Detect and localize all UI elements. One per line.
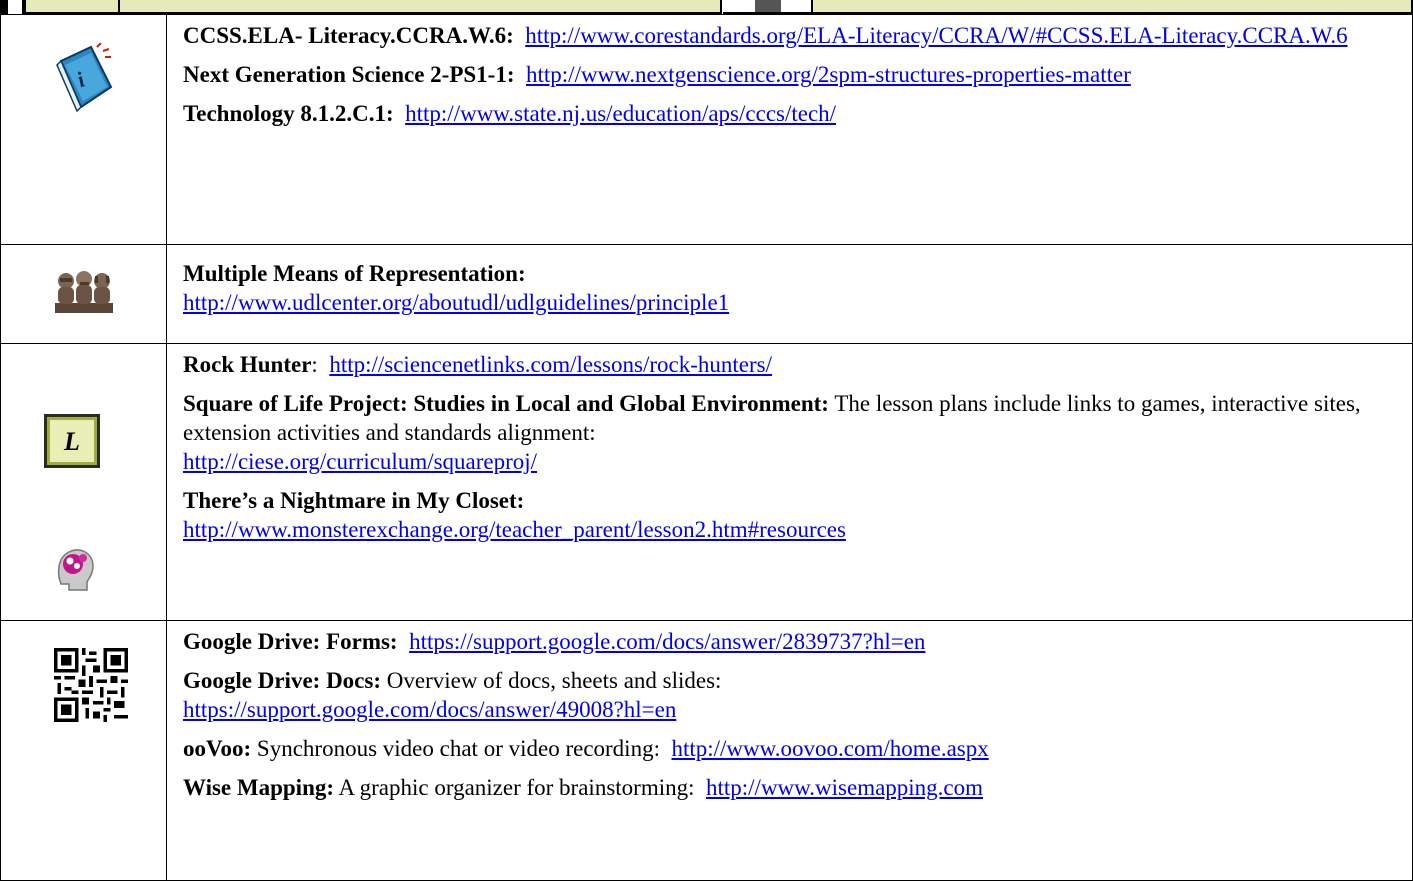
- entry-link[interactable]: http://www.nextgenscience.org/2spm-struc…: [526, 62, 1131, 87]
- list-item: Multiple Means of Representation: http:/…: [183, 259, 1404, 317]
- entry-label: Multiple Means of Representation:: [183, 261, 526, 286]
- lesson-L-icon: L: [44, 414, 100, 468]
- header-image: [755, 0, 781, 12]
- list-item: Google Drive: Docs: Overview of docs, sh…: [183, 666, 1404, 724]
- text-cell: Rock Hunter: http://sciencenetlinks.com/…: [166, 343, 1413, 621]
- list-item: ooVoo: Synchronous video chat or video r…: [183, 734, 1404, 763]
- header-cell-image: [723, 0, 811, 14]
- entry-label: Square of Life Project: Studies in Local…: [183, 391, 829, 416]
- header-cell-left: [120, 0, 722, 14]
- entry-description: Synchronous video chat or video recordin…: [256, 736, 660, 761]
- list-item: Wise Mapping: A graphic organizer for br…: [183, 773, 1404, 802]
- entry-label: CCSS.ELA- Literacy.CCRA.W.6:: [183, 23, 514, 48]
- qr-code-icon: [54, 648, 128, 729]
- icon-cell: [0, 244, 167, 344]
- entry-link[interactable]: http://www.oovoo.com/home.aspx: [671, 736, 988, 761]
- entry-label: Rock Hunter: [183, 352, 312, 377]
- entry-description: :: [311, 352, 318, 377]
- table-row: Multiple Means of Representation: http:/…: [0, 244, 1413, 344]
- text-cell: Multiple Means of Representation: http:/…: [166, 244, 1413, 344]
- brain-gears-icon: [53, 544, 97, 601]
- icon-cell: i: [0, 14, 167, 245]
- entry-link[interactable]: http://sciencenetlinks.com/lessons/rock-…: [329, 352, 772, 377]
- text-cell: Google Drive: Forms: https://support.goo…: [166, 620, 1413, 881]
- entry-link[interactable]: http://www.udlcenter.org/aboutudl/udlgui…: [183, 290, 729, 315]
- list-item: Google Drive: Forms: https://support.goo…: [183, 627, 1404, 656]
- header-cell-blank: [8, 0, 24, 14]
- entry-label: There’s a Nightmare in My Closet:: [183, 488, 525, 513]
- table-row: L Rock Hunter: http://sciencenetlinks.co…: [0, 343, 1413, 621]
- header-cell-edge: [0, 0, 8, 14]
- entry-label: Wise Mapping:: [183, 775, 335, 800]
- list-item: CCSS.ELA- Literacy.CCRA.W.6: http://www.…: [183, 21, 1404, 50]
- entry-link[interactable]: http://www.wisemapping.com: [706, 775, 983, 800]
- header-cell-icon-column: [24, 0, 120, 14]
- entry-label: Next Generation Science 2-PS1-1:: [183, 62, 515, 87]
- entry-label: Technology 8.1.2.C.1:: [183, 101, 394, 126]
- header-cell-right: [811, 0, 1413, 14]
- list-item: Square of Life Project: Studies in Local…: [183, 389, 1404, 476]
- table-row: Google Drive: Forms: https://support.goo…: [0, 620, 1413, 881]
- three-monkeys-icon: [51, 265, 117, 322]
- entry-link[interactable]: http://ciese.org/curriculum/squareproj/: [183, 449, 537, 474]
- entry-label: Google Drive: Docs:: [183, 668, 381, 693]
- lesson-L-letter: L: [64, 426, 80, 456]
- entry-description: A graphic organizer for brainstorming:: [338, 775, 695, 800]
- list-item: Next Generation Science 2-PS1-1: http://…: [183, 60, 1404, 89]
- info-book-icon: i: [51, 42, 117, 120]
- list-item: Technology 8.1.2.C.1: http://www.state.n…: [183, 99, 1404, 128]
- table-header-strip: [0, 0, 1413, 14]
- entry-link[interactable]: http://www.state.nj.us/education/aps/ccc…: [405, 101, 836, 126]
- entry-link[interactable]: https://support.google.com/docs/answer/4…: [183, 697, 676, 722]
- entry-label: ooVoo:: [183, 736, 252, 761]
- list-item: Rock Hunter: http://sciencenetlinks.com/…: [183, 350, 1404, 379]
- entry-description: Overview of docs, sheets and slides:: [386, 668, 722, 693]
- table-row: i CCSS.ELA- Literacy.CCRA.W.6: http://ww…: [0, 14, 1413, 245]
- entry-label: Google Drive: Forms:: [183, 629, 398, 654]
- list-item: There’s a Nightmare in My Closet: http:/…: [183, 486, 1404, 544]
- icon-cell: L: [0, 343, 167, 621]
- entry-link[interactable]: https://support.google.com/docs/answer/2…: [409, 629, 925, 654]
- text-cell: CCSS.ELA- Literacy.CCRA.W.6: http://www.…: [166, 14, 1413, 245]
- resources-table: i CCSS.ELA- Literacy.CCRA.W.6: http://ww…: [0, 14, 1413, 881]
- entry-link[interactable]: http://www.corestandards.org/ELA-Literac…: [525, 23, 1347, 48]
- icon-cell: [0, 620, 167, 881]
- entry-link[interactable]: http://www.monsterexchange.org/teacher_p…: [183, 517, 846, 542]
